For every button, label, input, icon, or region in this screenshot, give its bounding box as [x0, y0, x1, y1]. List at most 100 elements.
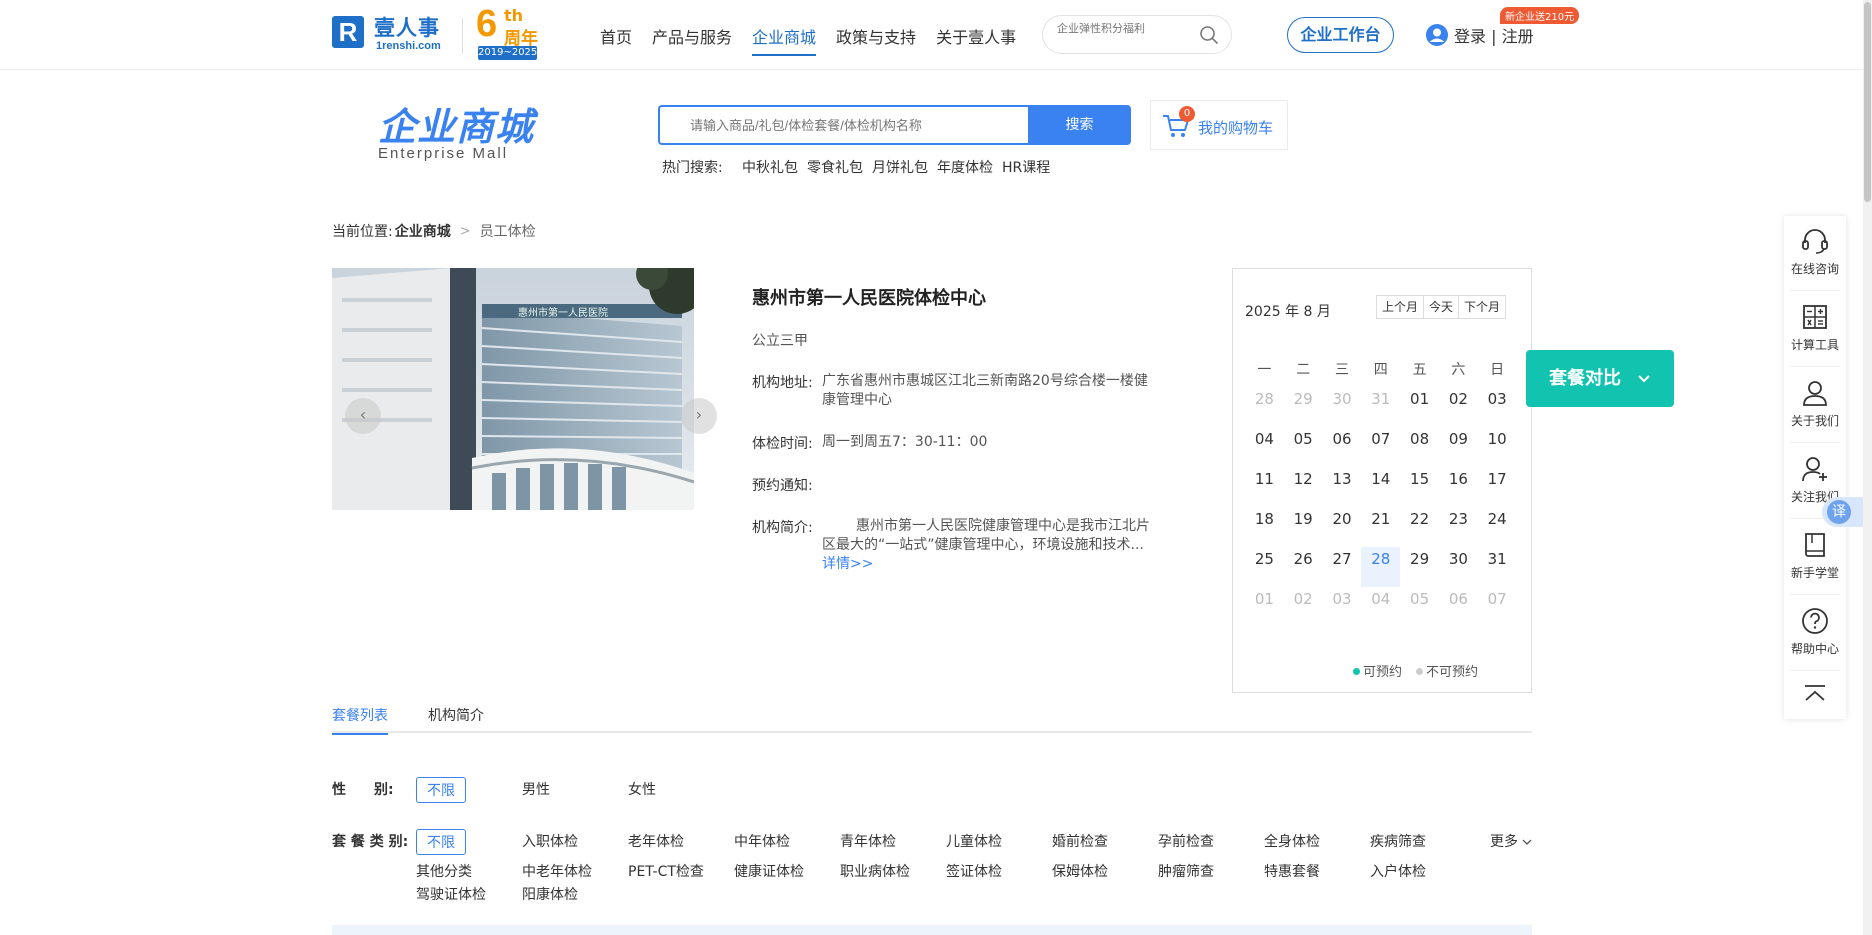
- calendar-day[interactable]: 29: [1400, 547, 1439, 587]
- gender-option[interactable]: 女性: [628, 779, 656, 799]
- package-type-option[interactable]: 不限: [416, 829, 466, 855]
- package-type-option[interactable]: 肿瘤筛查: [1158, 861, 1214, 881]
- nav-mall[interactable]: 企业商城: [752, 24, 817, 56]
- calendar-day[interactable]: 28: [1245, 387, 1284, 427]
- calendar-day[interactable]: 30: [1323, 387, 1362, 427]
- package-type-option[interactable]: 签证体检: [946, 861, 1002, 881]
- logo-mark[interactable]: R: [332, 16, 364, 48]
- search-icon[interactable]: [1199, 25, 1219, 45]
- next-month-button[interactable]: 下个月: [1459, 296, 1505, 318]
- calendar-day[interactable]: 06: [1439, 587, 1478, 627]
- cart-button[interactable]: 0 我的购物车: [1150, 100, 1288, 150]
- calendar-day[interactable]: 31: [1361, 387, 1400, 427]
- package-type-option[interactable]: 中老年体检: [522, 861, 592, 881]
- calendar-day[interactable]: 01: [1400, 387, 1439, 427]
- calendar-day[interactable]: 18: [1245, 507, 1284, 547]
- intro-more-link[interactable]: 详情>>: [822, 555, 1162, 574]
- calendar-day-today[interactable]: 28: [1361, 547, 1401, 587]
- calendar-day[interactable]: 21: [1361, 507, 1400, 547]
- package-type-option[interactable]: PET-CT检查: [628, 861, 704, 881]
- top-search-input[interactable]: [1057, 19, 1197, 39]
- package-type-option[interactable]: 阳康体检: [522, 884, 578, 904]
- package-type-option[interactable]: 职业病体检: [840, 861, 910, 881]
- calendar-day[interactable]: 06: [1323, 427, 1362, 467]
- calendar-day[interactable]: 11: [1245, 467, 1284, 507]
- breadcrumb-mall[interactable]: 企业商城: [395, 221, 451, 241]
- prev-month-button[interactable]: 上个月: [1377, 296, 1425, 318]
- calendar-day[interactable]: 05: [1400, 587, 1439, 627]
- back-to-top-button[interactable]: [1784, 682, 1846, 710]
- calendar-day[interactable]: 08: [1400, 427, 1439, 467]
- calendar-day[interactable]: 22: [1400, 507, 1439, 547]
- nav-home[interactable]: 首页: [600, 24, 632, 56]
- package-type-option[interactable]: 中年体检: [734, 831, 790, 851]
- hot-search-item[interactable]: 零食礼包: [807, 157, 863, 177]
- calendar-day[interactable]: 04: [1245, 427, 1284, 467]
- package-type-option[interactable]: 入职体检: [522, 831, 578, 851]
- login-register-link[interactable]: 登录 | 注册: [1454, 23, 1534, 47]
- today-button[interactable]: 今天: [1424, 296, 1460, 318]
- calendar-day[interactable]: 17: [1478, 467, 1517, 507]
- nav-about[interactable]: 关于壹人事: [936, 24, 1016, 56]
- package-type-option[interactable]: 疾病筛查: [1370, 831, 1426, 851]
- nav-products[interactable]: 产品与服务: [652, 24, 732, 56]
- package-compare-button[interactable]: 套餐对比: [1526, 350, 1674, 407]
- calendar-day[interactable]: 09: [1439, 427, 1478, 467]
- workbench-button[interactable]: 企业工作台: [1287, 17, 1394, 53]
- calendar-day[interactable]: 10: [1478, 427, 1517, 467]
- calendar-day[interactable]: 15: [1400, 467, 1439, 507]
- calendar-day[interactable]: 07: [1478, 587, 1517, 627]
- hot-search-item[interactable]: 中秋礼包: [742, 157, 798, 177]
- calendar-day[interactable]: 03: [1323, 587, 1362, 627]
- package-type-option[interactable]: 婚前检查: [1052, 831, 1108, 851]
- hot-search-item[interactable]: 年度体检: [937, 157, 993, 177]
- calendar-day[interactable]: 23: [1439, 507, 1478, 547]
- tab-institution-intro[interactable]: 机构简介: [428, 705, 484, 733]
- mall-search-button[interactable]: 搜索: [1028, 105, 1131, 145]
- hot-search-item[interactable]: HR课程: [1002, 157, 1050, 177]
- calendar-day[interactable]: 24: [1478, 507, 1517, 547]
- calendar-day[interactable]: 31: [1478, 547, 1517, 587]
- calendar-day[interactable]: 19: [1284, 507, 1323, 547]
- calendar-day[interactable]: 14: [1361, 467, 1400, 507]
- package-type-option[interactable]: 保姆体检: [1052, 861, 1108, 881]
- logo-text[interactable]: 壹人事: [374, 12, 440, 42]
- calendar-day[interactable]: 29: [1284, 387, 1323, 427]
- package-type-option[interactable]: 全身体检: [1264, 831, 1320, 851]
- calendar-day[interactable]: 30: [1439, 547, 1478, 587]
- package-type-option[interactable]: 老年体检: [628, 831, 684, 851]
- calendar-day[interactable]: 12: [1284, 467, 1323, 507]
- calendar-day[interactable]: 07: [1361, 427, 1400, 467]
- user-avatar-icon[interactable]: [1425, 23, 1449, 47]
- calendar-day[interactable]: 25: [1245, 547, 1284, 587]
- package-type-option[interactable]: 特惠套餐: [1264, 861, 1320, 881]
- calendar-day[interactable]: 20: [1323, 507, 1362, 547]
- package-type-option[interactable]: 青年体检: [840, 831, 896, 851]
- package-type-option[interactable]: 儿童体检: [946, 831, 1002, 851]
- calendar-day[interactable]: 16: [1439, 467, 1478, 507]
- calendar-day[interactable]: 04: [1361, 587, 1400, 627]
- calendar-day[interactable]: 13: [1323, 467, 1362, 507]
- calendar-day[interactable]: 26: [1284, 547, 1323, 587]
- calendar-day[interactable]: 02: [1284, 587, 1323, 627]
- package-type-option[interactable]: 健康证体检: [734, 861, 804, 881]
- sidebar-about-us[interactable]: 关于我们: [1784, 378, 1846, 429]
- sidebar-online-consult[interactable]: 在线咨询: [1784, 226, 1846, 277]
- mall-search-input[interactable]: [660, 107, 1029, 143]
- scrollbar-thumb[interactable]: [1864, 2, 1871, 202]
- sidebar-calc-tools[interactable]: 计算工具: [1784, 302, 1846, 353]
- more-filters-button[interactable]: 更多: [1490, 831, 1532, 851]
- gender-option[interactable]: 不限: [416, 777, 466, 803]
- nav-policy[interactable]: 政策与支持: [836, 24, 916, 56]
- sidebar-tutorial[interactable]: 新手学堂: [1784, 530, 1846, 581]
- calendar-day[interactable]: 01: [1245, 587, 1284, 627]
- package-type-option[interactable]: 驾驶证体检: [416, 884, 486, 904]
- gender-option[interactable]: 男性: [522, 779, 550, 799]
- calendar-day[interactable]: 05: [1284, 427, 1323, 467]
- calendar-day[interactable]: 03: [1478, 387, 1517, 427]
- package-type-option[interactable]: 入户体检: [1370, 861, 1426, 881]
- tab-package-list[interactable]: 套餐列表: [332, 705, 388, 735]
- hot-search-item[interactable]: 月饼礼包: [872, 157, 928, 177]
- package-type-option[interactable]: 孕前检查: [1158, 831, 1214, 851]
- photo-next-button[interactable]: ›: [681, 398, 717, 434]
